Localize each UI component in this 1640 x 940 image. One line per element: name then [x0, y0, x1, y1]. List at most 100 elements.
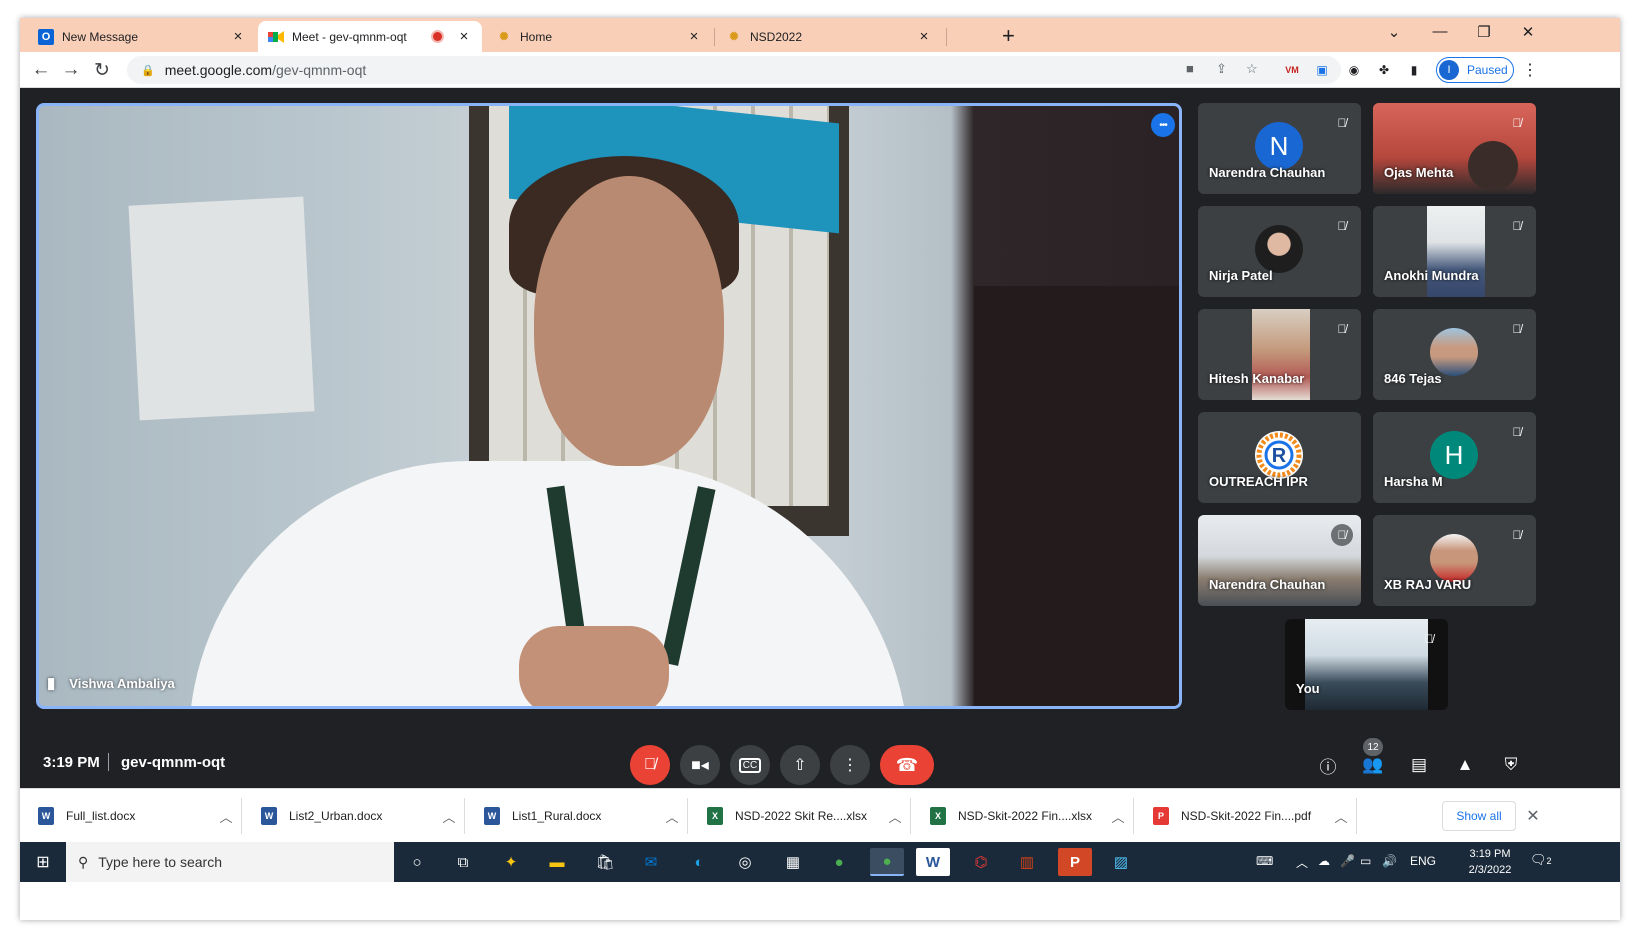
more-options-button[interactable]: ⋮	[830, 745, 870, 785]
close-icon[interactable]: ×	[456, 28, 472, 45]
word-icon[interactable]: W	[916, 848, 950, 876]
download-item[interactable]: X NSD-Skit-2022 Fin....xlsx ︿	[912, 798, 1134, 834]
chevron-up-icon[interactable]: ︿	[1103, 807, 1133, 826]
tab-home[interactable]: ✺ Home ×	[486, 21, 712, 52]
meeting-info-button[interactable]: ⓘ	[1315, 752, 1341, 778]
mail-icon[interactable]: ✉	[634, 848, 668, 876]
chrome-profile-icon[interactable]: ●	[870, 848, 904, 876]
volume-icon[interactable]: 🔊	[1382, 854, 1397, 868]
store-icon[interactable]: 🛍	[588, 848, 622, 876]
download-item[interactable]: W List1_Rural.docx ︿	[466, 798, 688, 834]
extension-circle-icon[interactable]: ◉	[1344, 60, 1364, 80]
close-window-icon[interactable]: ✕	[1508, 23, 1548, 41]
app-icon[interactable]: ◎	[728, 848, 762, 876]
puzzle-icon[interactable]: ✤	[1374, 60, 1394, 80]
participant-tile[interactable]: 🎙̸ Anokhi Mundra	[1373, 206, 1536, 297]
end-call-button[interactable]: ☎	[880, 745, 934, 785]
powerpoint-icon[interactable]: P	[1058, 848, 1092, 876]
file-explorer-icon[interactable]: ▬	[540, 848, 574, 876]
present-button[interactable]: ⇧	[780, 745, 820, 785]
tab-nsd2022[interactable]: ✺ NSD2022 ×	[716, 21, 942, 52]
minimize-icon[interactable]: —	[1420, 23, 1460, 40]
chrome-icon[interactable]: ●	[822, 848, 856, 876]
extension-vm-icon[interactable]: VM	[1282, 60, 1302, 80]
captions-button[interactable]: CC	[730, 745, 770, 785]
nsd-logo-icon: ✺	[729, 31, 739, 43]
close-icon[interactable]: ×	[230, 28, 246, 45]
chat-icon: ▤	[1410, 755, 1428, 774]
participant-tile[interactable]: 🎙̸ Narendra Chauhan	[1198, 515, 1361, 606]
participant-tile[interactable]: N 🎙̸ Narendra Chauhan	[1198, 103, 1361, 194]
back-icon[interactable]: ←	[28, 57, 54, 83]
camera-icon[interactable]: ■	[1186, 61, 1194, 76]
mic-toggle-button[interactable]: 🎙̸	[630, 745, 670, 785]
network-app-icon[interactable]: ▦	[776, 848, 810, 876]
participant-tile[interactable]: H 🎙̸ Harsha M	[1373, 412, 1536, 503]
network-icon[interactable]: ▭	[1360, 854, 1371, 868]
keyboard-icon[interactable]: ⌨	[1256, 854, 1273, 868]
taskbar-search[interactable]: ⚲ Type here to search	[66, 842, 394, 882]
bookmark-star-icon[interactable]: ☆	[1246, 61, 1258, 77]
participant-tile[interactable]: 🎙̸ Ojas Mehta	[1373, 103, 1536, 194]
self-tile[interactable]: 🎙̸ You	[1285, 619, 1448, 710]
profile-button[interactable]: I Paused	[1436, 57, 1514, 83]
present-screen-icon: ⇧	[793, 757, 807, 774]
app-icon[interactable]: ✦	[494, 848, 528, 876]
pdf-file-icon: P	[1153, 807, 1169, 825]
task-view-icon[interactable]: ⧉	[446, 848, 480, 876]
new-tab-button[interactable]: +	[1002, 23, 1015, 49]
chevron-up-icon[interactable]: ︿	[1296, 854, 1308, 871]
kebab-menu-icon[interactable]: ⋮	[1520, 60, 1540, 80]
cortana-icon[interactable]: ○	[400, 848, 434, 876]
restore-icon[interactable]: ❐	[1464, 23, 1504, 41]
host-controls-button[interactable]: ⛨	[1498, 752, 1524, 778]
speaking-indicator-icon: •••	[1151, 113, 1175, 137]
tab-meet[interactable]: Meet - gev-qmnm-oqt ×	[258, 21, 482, 52]
extension-monitor-icon[interactable]: ▣	[1312, 60, 1332, 80]
participant-tile[interactable]: 🎙̸ 846 Tejas	[1373, 309, 1536, 400]
notification-icon[interactable]: 🗨2	[1530, 852, 1552, 872]
acrobat-icon[interactable]: ⌬	[964, 848, 998, 876]
chevron-up-icon[interactable]: ︿	[434, 807, 464, 826]
download-item[interactable]: W Full_list.docx ︿	[20, 798, 242, 834]
share-icon[interactable]: ⇪	[1216, 61, 1227, 77]
mic-off-icon: 🎙̸	[1337, 322, 1347, 336]
photos-icon[interactable]: ▨	[1104, 848, 1138, 876]
camera-toggle-button[interactable]: ■◂	[680, 745, 720, 785]
forward-icon[interactable]: →	[58, 57, 84, 83]
chevron-up-icon[interactable]: ︿	[1326, 807, 1356, 826]
side-panel-icon[interactable]: ▮	[1404, 60, 1424, 80]
chat-button[interactable]: ▤	[1406, 752, 1432, 778]
edge-icon[interactable]: ◐	[682, 848, 716, 876]
windows-start-icon[interactable]: ⊞	[20, 842, 66, 882]
avatar	[1430, 534, 1478, 582]
close-icon[interactable]: ×	[916, 28, 932, 45]
chevron-up-icon[interactable]: ︿	[657, 807, 687, 826]
participant-tile[interactable]: 🎙̸ Nirja Patel	[1198, 206, 1361, 297]
participant-tile[interactable]: 🎙̸ Hitesh Kanabar	[1198, 309, 1361, 400]
download-item[interactable]: X NSD-2022 Skit Re....xlsx ︿	[689, 798, 911, 834]
download-item[interactable]: P NSD-Skit-2022 Fin....pdf ︿	[1135, 798, 1357, 834]
language-indicator[interactable]: ENG	[1410, 854, 1436, 868]
main-video-tile[interactable]: ••• ▮ Vishwa Ambaliya	[36, 103, 1182, 709]
activities-button[interactable]: ▲	[1452, 752, 1478, 778]
onedrive-icon[interactable]: ☁	[1318, 854, 1330, 868]
main-speaker-name: Vishwa Ambaliya	[69, 675, 175, 691]
address-bar[interactable]: 🔒 meet.google.com/gev-qmnm-oqt	[127, 56, 1341, 84]
close-icon[interactable]: ×	[686, 28, 702, 45]
download-filename: NSD-2022 Skit Re....xlsx	[735, 809, 868, 823]
participant-tile[interactable]: 🎙̸ XB RAJ VARU	[1373, 515, 1536, 606]
chevron-up-icon[interactable]: ︿	[211, 807, 241, 826]
tab-new-message[interactable]: O New Message ×	[28, 21, 256, 52]
tab-search-icon[interactable]: ⌄	[1374, 23, 1414, 41]
reload-icon[interactable]: ↻	[89, 57, 115, 83]
taskbar-clock[interactable]: 3:19 PM 2/3/2022	[1460, 846, 1520, 878]
show-all-downloads-button[interactable]: Show all	[1442, 801, 1516, 831]
microphone-icon[interactable]: 🎤	[1340, 854, 1355, 868]
participant-tile[interactable]: R OUTREACH IPR	[1198, 412, 1361, 503]
download-item[interactable]: W List2_Urban.docx ︿	[243, 798, 465, 834]
winrar-icon[interactable]: ▥	[1010, 848, 1044, 876]
pin-icon[interactable]: ▮	[47, 674, 55, 692]
chevron-up-icon[interactable]: ︿	[880, 807, 910, 826]
close-icon[interactable]: ✕	[1520, 803, 1546, 829]
